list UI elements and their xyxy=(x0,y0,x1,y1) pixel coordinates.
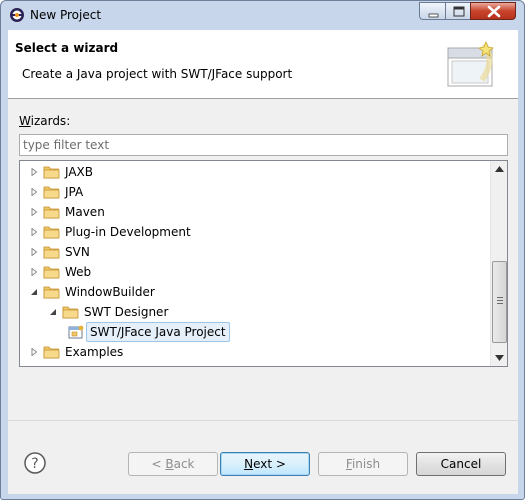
eclipse-icon xyxy=(10,8,24,22)
header-description: Create a Java project with SWT/JFace sup… xyxy=(22,67,293,81)
tree-item[interactable]: SWT Designer xyxy=(49,302,485,322)
minimize-icon xyxy=(428,13,439,18)
folder-icon xyxy=(43,166,60,179)
tree-item-label: Examples xyxy=(65,345,124,359)
tree-item[interactable]: JPA xyxy=(30,182,485,202)
expand-arrow-icon[interactable] xyxy=(30,268,38,276)
tree-scrollbar[interactable] xyxy=(490,161,507,366)
collapse-arrow-icon[interactable] xyxy=(30,288,38,296)
tree-item[interactable]: Plug-in Development xyxy=(30,222,485,242)
scroll-up-icon[interactable] xyxy=(495,166,504,172)
tree-item-label: Maven xyxy=(65,205,105,219)
tree-item[interactable]: SWT/JFace Java Project xyxy=(68,322,485,342)
minimize-button[interactable] xyxy=(419,2,446,20)
tree-item[interactable]: SVN xyxy=(30,242,485,262)
wizard-header: Select a wizard Create a Java project wi… xyxy=(8,30,518,99)
scroll-thumb[interactable] xyxy=(492,261,507,343)
tree-item-label: Plug-in Development xyxy=(65,225,191,239)
tree-item[interactable]: Maven xyxy=(30,202,485,222)
finish-button[interactable]: Finish xyxy=(318,452,408,476)
tree-item-label: SWT/JFace Java Project xyxy=(86,322,230,342)
tree-item-label: JPA xyxy=(65,185,84,199)
cancel-button[interactable]: Cancel xyxy=(416,452,506,476)
wizards-label: Wizards: xyxy=(19,114,71,128)
scroll-down-icon[interactable] xyxy=(495,355,504,361)
expand-arrow-icon[interactable] xyxy=(30,188,38,196)
tree-item-label: SWT Designer xyxy=(84,305,169,319)
tree-item-label: Web xyxy=(65,265,92,279)
title-bar[interactable]: New Project xyxy=(1,1,524,29)
new-project-dialog: New Project Select a wizard Create a Jav… xyxy=(0,0,525,500)
expand-arrow-icon[interactable] xyxy=(30,228,38,236)
folder-icon xyxy=(43,226,60,239)
folder-icon xyxy=(43,266,60,279)
folder-icon xyxy=(43,206,60,219)
expand-arrow-icon[interactable] xyxy=(30,168,38,176)
dialog-body: Select a wizard Create a Java project wi… xyxy=(8,30,518,494)
swt-project-icon xyxy=(68,325,84,339)
expand-arrow-icon[interactable] xyxy=(30,248,38,256)
close-icon xyxy=(487,5,501,18)
wizard-banner-icon xyxy=(447,40,494,87)
collapse-arrow-icon[interactable] xyxy=(49,308,57,316)
folder-icon xyxy=(43,346,60,359)
maximize-icon xyxy=(453,6,465,17)
maximize-button[interactable] xyxy=(445,2,471,20)
button-bar-separator xyxy=(8,420,518,421)
svg-text:?: ? xyxy=(31,456,38,472)
window-title: New Project xyxy=(30,8,102,22)
tree-item-label: WindowBuilder xyxy=(65,285,155,299)
back-button[interactable]: < Back xyxy=(128,452,218,476)
wizard-tree[interactable]: JAXB JPA Maven Plug-in Development SVN Web Win… xyxy=(19,160,508,367)
folder-icon xyxy=(43,186,60,199)
close-button[interactable] xyxy=(470,2,516,20)
folder-icon xyxy=(43,286,60,299)
expand-arrow-icon[interactable] xyxy=(30,348,38,356)
filter-input[interactable] xyxy=(19,134,508,156)
tree-item[interactable]: JAXB xyxy=(30,162,485,182)
tree-item[interactable]: WindowBuilder xyxy=(30,282,485,302)
help-icon[interactable]: ? xyxy=(24,452,46,474)
folder-icon xyxy=(43,246,60,259)
tree-item-label: JAXB xyxy=(65,165,93,179)
next-button[interactable]: Next > xyxy=(220,452,310,476)
tree-item-label: SVN xyxy=(65,245,90,259)
tree-item[interactable]: Examples xyxy=(30,342,485,362)
folder-icon xyxy=(62,306,79,319)
expand-arrow-icon[interactable] xyxy=(30,208,38,216)
tree-item[interactable]: Web xyxy=(30,262,485,282)
header-title: Select a wizard xyxy=(15,41,119,55)
